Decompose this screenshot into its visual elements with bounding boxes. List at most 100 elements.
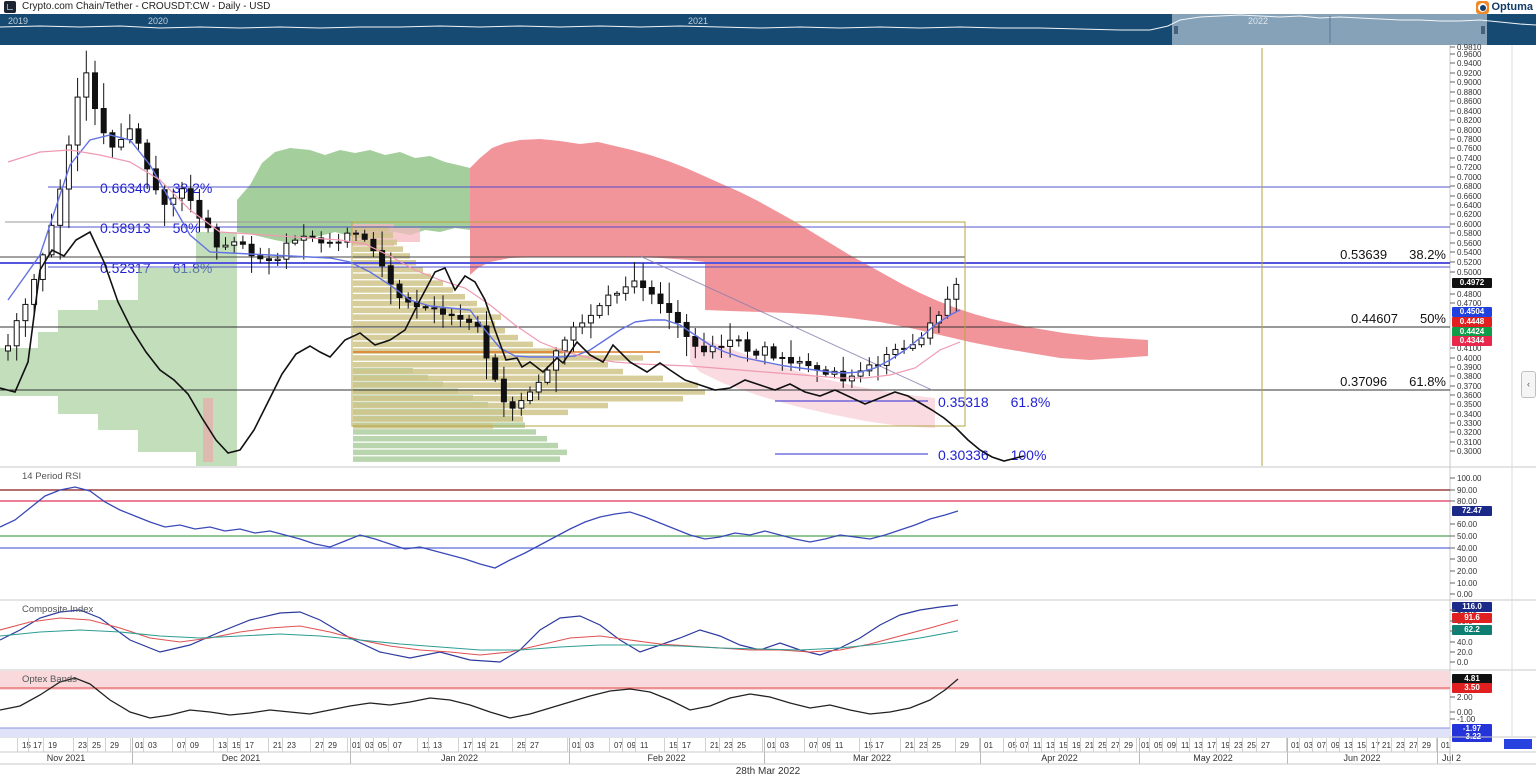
candle-body	[745, 340, 750, 351]
candle-body	[354, 233, 359, 234]
volume-profile-bar	[353, 410, 568, 416]
selected-date-label: 28th Mar 2022	[0, 766, 1536, 777]
rsi-panel-label: 14 Period RSI	[22, 471, 81, 482]
candle-body	[675, 312, 680, 322]
candle-body	[84, 73, 89, 97]
volume-profile-bar	[353, 348, 563, 354]
candle-body	[754, 351, 759, 355]
candle-body	[327, 242, 332, 243]
candle-body	[223, 245, 228, 247]
candle-body	[762, 347, 767, 355]
candle-body	[75, 97, 80, 145]
candle-body	[14, 321, 19, 346]
candle-body	[258, 256, 263, 259]
candle-body	[728, 340, 733, 346]
candle-body	[449, 314, 454, 315]
candle-body	[267, 259, 272, 261]
candle-body	[693, 336, 698, 346]
volume-profile-bar	[353, 314, 501, 320]
candle-body	[806, 361, 811, 365]
optex-upper-band	[0, 671, 1450, 690]
volume-profile-bar	[353, 416, 523, 422]
candle-body	[180, 189, 185, 198]
candle-body	[945, 299, 950, 315]
candle-body	[493, 358, 498, 379]
candle-body	[771, 347, 776, 358]
pink-top-rect-1	[394, 228, 420, 242]
candle-body	[432, 308, 437, 309]
candle-body	[789, 357, 794, 363]
candle-body	[458, 316, 463, 320]
candle-body	[519, 401, 524, 409]
volume-profile-green-bar	[353, 456, 560, 462]
candle-body	[127, 129, 132, 140]
candle-body	[615, 293, 620, 295]
volume-profile-bar	[353, 362, 608, 368]
candle-body	[510, 402, 515, 408]
volume-profile-bar	[353, 369, 623, 375]
candle-body	[623, 287, 628, 293]
candle-body	[571, 327, 576, 340]
volume-profile-green-bar	[353, 429, 536, 435]
candle-body	[606, 295, 611, 306]
candle-body	[188, 189, 193, 201]
optex-lower-band	[0, 728, 1450, 737]
candle-body	[954, 284, 959, 299]
candle-body	[815, 366, 820, 370]
candle-body	[145, 143, 150, 169]
candle-body	[441, 309, 446, 314]
candle-body	[501, 379, 506, 402]
optex-panel-label: Optex Bands	[22, 674, 77, 685]
volume-profile-bar	[353, 376, 663, 382]
composite-panel-label: Composite Index	[22, 604, 93, 615]
candle-body	[797, 361, 802, 363]
candle-body	[232, 242, 237, 245]
candle-body	[893, 349, 898, 354]
candle-body	[284, 243, 289, 259]
volume-profile-bar	[353, 342, 533, 348]
candle-body	[658, 294, 663, 303]
volume-profile-green-bar	[353, 443, 558, 449]
candle-body	[780, 357, 785, 358]
composite-navy-curve	[0, 605, 958, 662]
pink-sliver	[203, 398, 213, 462]
volume-profile-bar	[353, 403, 608, 409]
volume-profile-bar	[353, 321, 495, 327]
volume-profile-bar	[353, 328, 505, 334]
candle-body	[240, 242, 245, 244]
candle-body	[545, 370, 550, 382]
rsi-curve	[0, 487, 958, 568]
candle-body	[119, 140, 124, 148]
candle-body	[423, 307, 428, 308]
volume-profile-green-bar	[353, 436, 547, 442]
candle-body	[275, 259, 280, 260]
candle-body	[632, 281, 637, 287]
composite-teal-curve	[0, 630, 958, 650]
candle-body	[649, 288, 654, 295]
candle-body	[293, 240, 298, 243]
candle-body	[388, 266, 393, 284]
candle-body	[362, 234, 367, 239]
candle-body	[528, 392, 533, 401]
candle-body	[536, 382, 541, 392]
candle-body	[580, 323, 585, 327]
optuma-window: Crypto.com Chain/Tether - CROUSDT:CW - D…	[0, 0, 1536, 783]
collapse-panel-button[interactable]: ‹	[1521, 371, 1536, 398]
date-axis-end-marker	[1504, 739, 1532, 749]
candle-body	[6, 346, 11, 351]
candle-body	[588, 315, 593, 323]
candle-body	[597, 306, 602, 316]
candle-body	[467, 319, 472, 322]
candle-body	[562, 340, 567, 351]
candle-body	[702, 346, 707, 351]
candle-body	[23, 304, 28, 320]
volume-profile-green-bar	[353, 450, 567, 456]
candle-body	[336, 242, 341, 243]
candle-body	[667, 304, 672, 313]
candle-body	[101, 109, 106, 133]
volume-profile-bar	[353, 246, 403, 252]
candle-body	[93, 73, 98, 109]
chart-canvas[interactable]	[0, 0, 1536, 783]
candle-body	[136, 129, 141, 143]
candle-body	[719, 346, 724, 347]
